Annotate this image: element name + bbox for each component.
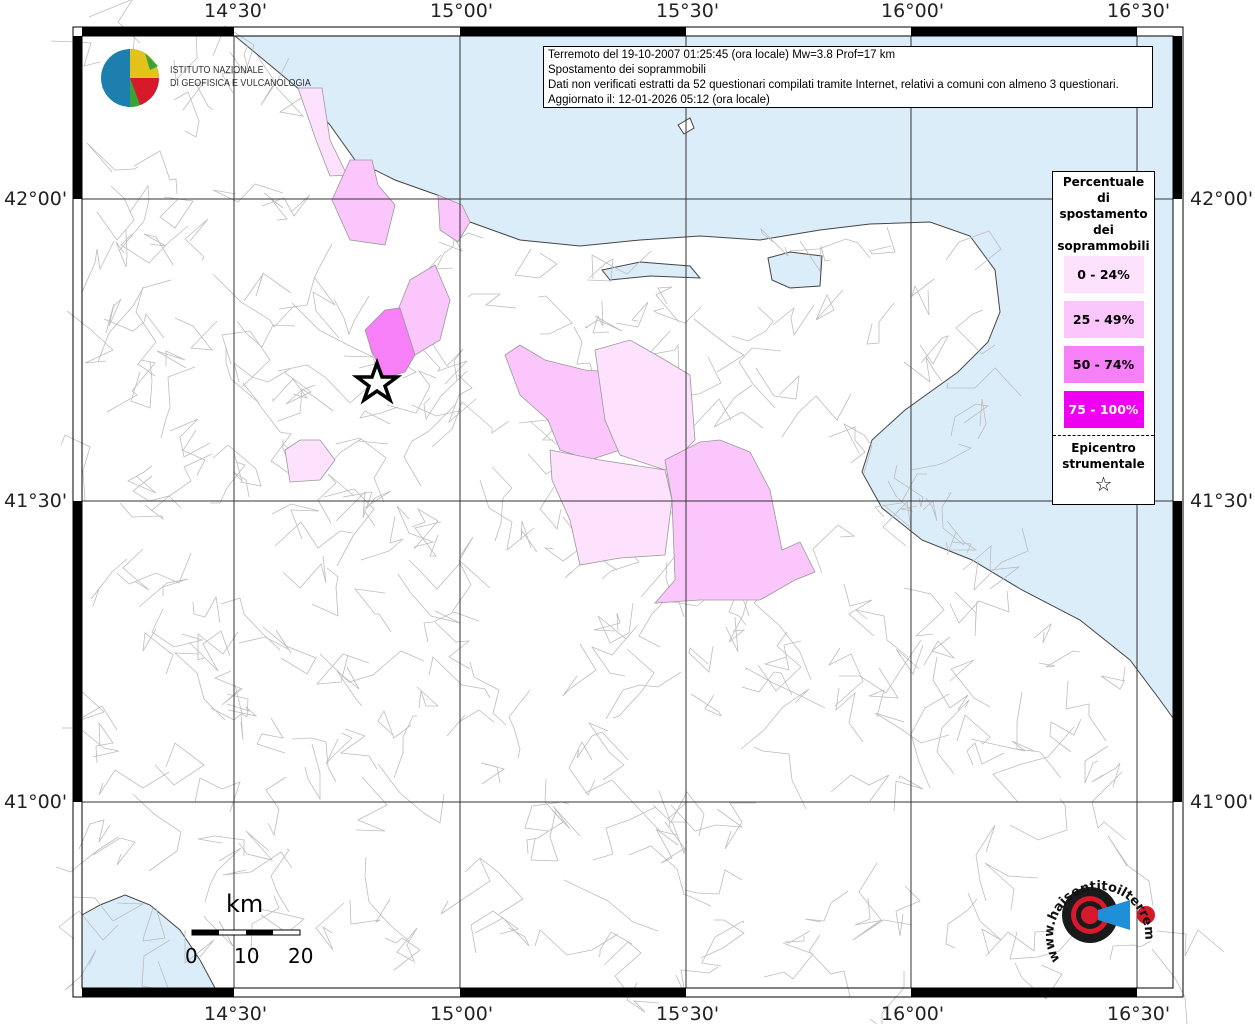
lat-tick-left: 41°30' — [4, 490, 68, 512]
lon-tick-top: 15°30' — [656, 0, 720, 22]
ingv-line2: DI GEOFISICA E VULCANOLOGIA — [170, 77, 311, 89]
lat-tick-right: 41°30' — [1190, 490, 1254, 512]
lon-tick-bottom: 15°30' — [656, 1003, 720, 1025]
ingv-logo — [101, 49, 159, 107]
scale-label: 20 — [288, 944, 314, 968]
svg-text:www.haisentitoilterremoto.it: www.haisentitoilterremoto.it — [1030, 860, 1156, 965]
lon-tick-bottom: 16°00' — [881, 1003, 945, 1025]
lon-tick-bottom: 16°30' — [1107, 1003, 1171, 1025]
legend-class-0-24: 0 - 24% — [1063, 256, 1144, 293]
event-info-box: Terremoto del 19-10-2007 01:25:45 (ora l… — [543, 46, 1153, 108]
legend-title-line: soprammobili — [1057, 239, 1150, 253]
updated-time: Aggiornato il: 12-01-2026 05:12 (ora loc… — [548, 94, 770, 106]
site-logo-text: www.haisentitoilterremoto.it — [1030, 860, 1156, 965]
lat-tick-right: 42°00' — [1190, 188, 1254, 210]
ingv-logo-text: ISTITUTO NAZIONALE DI GEOFISICA E VULCAN… — [170, 64, 311, 90]
lat-tick-left: 42°00' — [4, 188, 68, 210]
legend-epicenter: Epicentro strumentale ☆ — [1053, 435, 1154, 496]
epicenter-label: Epicentro — [1071, 441, 1136, 455]
lon-tick-top: 15°00' — [430, 0, 494, 22]
data-note: Dati non verificati estratti da 52 quest… — [548, 79, 1119, 91]
scale-label: 0 — [185, 944, 198, 968]
legend-class-25-49: 25 - 49% — [1063, 301, 1144, 338]
legend-title-line: spostamento — [1059, 207, 1148, 221]
site-url: www.haisentitoilterremoto.it — [1030, 860, 1156, 965]
legend-class-50-74: 50 - 74% — [1063, 346, 1144, 383]
ingv-line1: ISTITUTO NAZIONALE — [170, 64, 264, 76]
lat-tick-right: 41°00' — [1190, 791, 1254, 813]
legend-title-line: Percentuale — [1062, 175, 1145, 189]
epicenter-label: strumentale — [1062, 457, 1145, 471]
lon-tick-bottom: 15°00' — [430, 1003, 494, 1025]
lon-tick-top: 16°30' — [1107, 0, 1171, 22]
star-icon: ☆ — [1094, 472, 1113, 496]
scale-unit: km — [226, 890, 264, 918]
legend-class-75-100: 75 - 100% — [1063, 391, 1144, 428]
legend-title-line: dei — [1093, 223, 1114, 237]
lon-tick-top: 14°30' — [204, 0, 268, 22]
event-title: Terremoto del 19-10-2007 01:25:45 (ora l… — [548, 49, 896, 61]
lon-tick-top: 16°00' — [881, 0, 945, 22]
map-subject: Spostamento dei soprammobili — [548, 64, 706, 76]
lon-tick-bottom: 14°30' — [204, 1003, 268, 1025]
scale-bar — [191, 929, 301, 936]
lat-tick-left: 41°00' — [4, 791, 68, 813]
legend-title: Percentuale di spostamento dei soprammob… — [1053, 174, 1154, 254]
legend-title-line: di — [1097, 191, 1110, 205]
legend: Percentuale di spostamento dei soprammob… — [1052, 171, 1155, 505]
scale-label: 10 — [234, 944, 260, 968]
